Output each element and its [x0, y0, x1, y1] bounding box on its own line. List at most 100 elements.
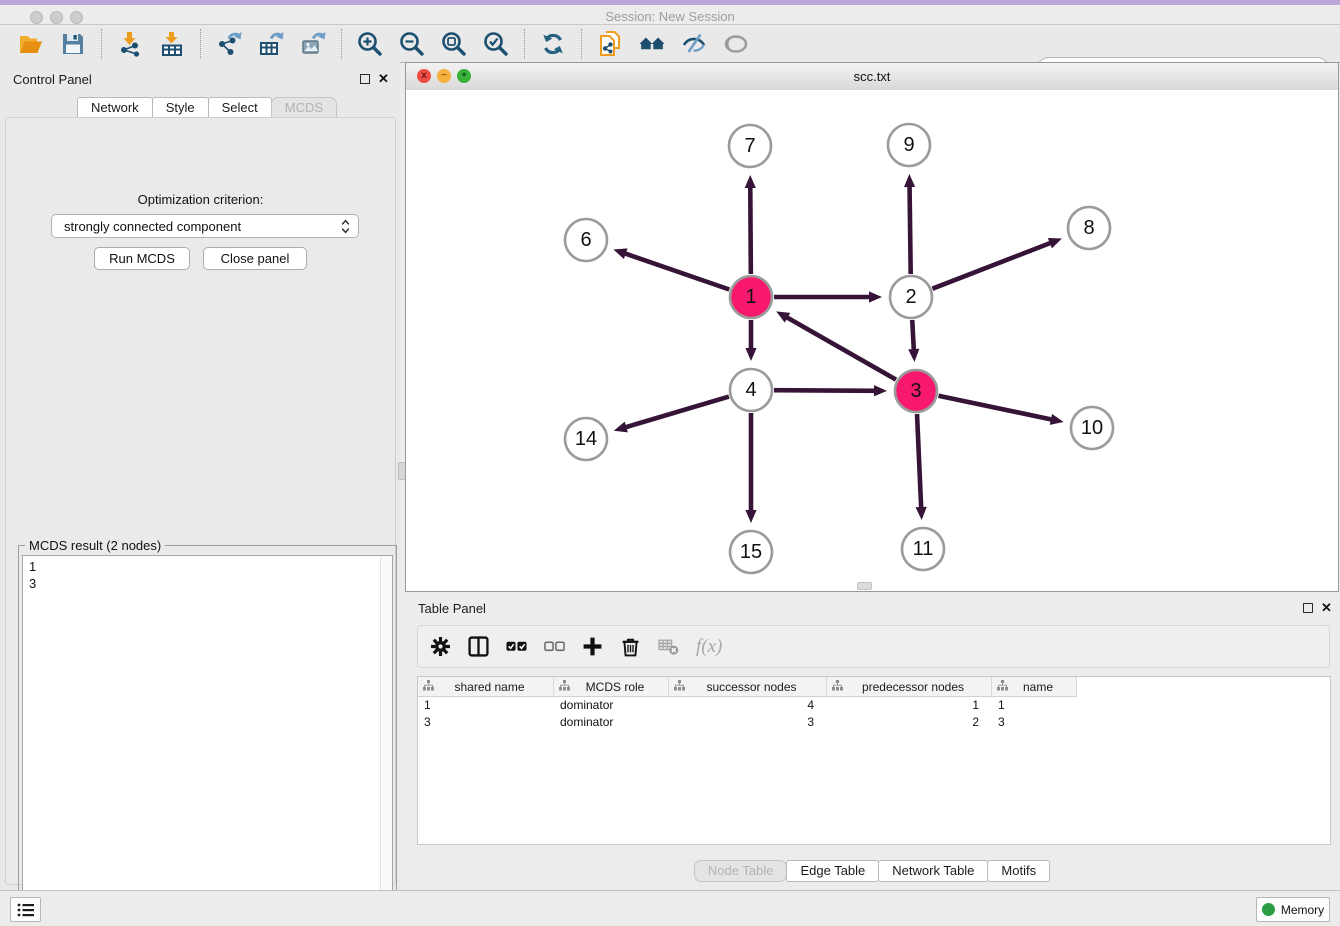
cell-predecessor-nodes[interactable]: 1	[827, 697, 992, 714]
optimization-criterion-label: Optimization criterion:	[6, 192, 395, 207]
edge-3-11[interactable]	[917, 414, 921, 510]
network-view-window: x − + scc.txt 1234678910111415	[405, 62, 1339, 592]
save-icon[interactable]	[60, 31, 86, 57]
run-mcds-button[interactable]: Run MCDS	[94, 247, 190, 270]
refresh-icon[interactable]	[540, 31, 566, 57]
node-label-1: 1	[745, 286, 756, 308]
zoom-selected-icon[interactable]	[483, 31, 509, 57]
zoom-fit-icon[interactable]	[441, 31, 467, 57]
toolbar-separator	[200, 29, 201, 59]
export-image-icon[interactable]	[300, 31, 326, 57]
cell-successor-nodes[interactable]: 3	[669, 714, 827, 731]
deselect-all-icon[interactable]	[544, 636, 565, 657]
node-label-8: 8	[1083, 217, 1094, 239]
cell-name[interactable]: 3	[992, 714, 1077, 731]
table-row[interactable]: 3dominator323	[418, 714, 1330, 731]
memory-status-dot	[1262, 903, 1275, 916]
mcds-result-textarea[interactable]: 1 3	[22, 555, 393, 926]
mcds-tab-content: Optimization criterion: strongly connect…	[5, 117, 396, 885]
cell-MCDS-role[interactable]: dominator	[554, 697, 669, 714]
node-label-4: 4	[745, 379, 756, 401]
tab-node-table[interactable]: Node Table	[694, 860, 788, 882]
edge-1-7[interactable]	[750, 185, 751, 274]
column-header-predecessor-nodes[interactable]: predecessor nodes	[827, 677, 992, 696]
import-network-icon[interactable]	[117, 31, 143, 57]
node-label-6: 6	[580, 229, 591, 251]
tab-motifs[interactable]: Motifs	[987, 860, 1050, 882]
zoom-in-icon[interactable]	[357, 31, 383, 57]
function-icon[interactable]: f(x)	[696, 636, 722, 658]
node-label-10: 10	[1081, 417, 1103, 439]
export-table-icon[interactable]	[258, 31, 284, 57]
edge-arrow-2-8	[1048, 238, 1062, 248]
network-window-titlebar[interactable]: x − + scc.txt	[406, 63, 1338, 91]
open-folder-icon[interactable]	[18, 31, 44, 57]
criterion-select[interactable]: strongly connected component	[51, 214, 359, 238]
tab-edge-table[interactable]: Edge Table	[786, 860, 879, 882]
edge-4-3[interactable]	[774, 390, 877, 391]
import-table-icon[interactable]	[159, 31, 185, 57]
float-panel-icon[interactable]	[360, 74, 370, 84]
export-network-icon[interactable]	[216, 31, 242, 57]
chevron-updown-icon	[341, 219, 350, 234]
table-panel: Table Panel ✕ f(x) shared nameMCDS roles…	[405, 592, 1340, 890]
edge-1-6[interactable]	[623, 253, 729, 290]
tree-icon	[418, 680, 434, 694]
table-row[interactable]: 1dominator411	[418, 697, 1330, 714]
birdseye-icon[interactable]	[723, 31, 749, 57]
delete-table-icon[interactable]	[658, 636, 679, 657]
float-table-panel-icon[interactable]	[1303, 603, 1313, 613]
tab-mcds[interactable]: MCDS	[271, 97, 337, 119]
toolbar-separator	[341, 29, 342, 59]
edge-arrow-3-11	[916, 507, 927, 520]
column-header-MCDS-role[interactable]: MCDS role	[554, 677, 669, 696]
node-label-7: 7	[744, 135, 755, 157]
edge-2-9[interactable]	[910, 184, 911, 274]
cell-shared-name[interactable]: 1	[418, 697, 554, 714]
show-details-icon[interactable]	[681, 31, 707, 57]
edge-arrow-2-3	[908, 349, 919, 362]
column-header-name[interactable]: name	[992, 677, 1077, 696]
cell-shared-name[interactable]: 3	[418, 714, 554, 731]
edge-4-14[interactable]	[623, 397, 729, 428]
gear-icon[interactable]	[430, 636, 451, 657]
canvas-hscroll-thumb[interactable]	[857, 582, 872, 590]
task-history-button[interactable]	[10, 897, 41, 922]
select-all-icon[interactable]	[506, 636, 527, 657]
mcds-result-legend: MCDS result (2 nodes)	[25, 538, 165, 553]
node-table[interactable]: shared nameMCDS rolesuccessor nodesprede…	[417, 676, 1331, 845]
column-header-shared-name[interactable]: shared name	[418, 677, 554, 696]
clone-network-icon[interactable]	[597, 31, 623, 57]
column-header-successor-nodes[interactable]: successor nodes	[669, 677, 827, 696]
tab-network[interactable]: Network	[77, 97, 153, 119]
add-icon[interactable]	[582, 636, 603, 657]
edge-arrow-2-9	[904, 174, 915, 187]
result-scrollbar[interactable]	[380, 556, 392, 926]
tree-icon	[554, 680, 570, 694]
cell-name[interactable]: 1	[992, 697, 1077, 714]
edge-3-1[interactable]	[785, 316, 896, 379]
cell-predecessor-nodes[interactable]: 2	[827, 714, 992, 731]
home-icon[interactable]	[639, 31, 665, 57]
session-title: Session: New Session	[0, 9, 1340, 24]
edge-2-8[interactable]	[932, 242, 1052, 289]
edge-2-3[interactable]	[912, 320, 914, 352]
memory-button[interactable]: Memory	[1256, 897, 1330, 922]
tab-network-table[interactable]: Network Table	[878, 860, 988, 882]
cell-successor-nodes[interactable]: 4	[669, 697, 827, 714]
tab-select[interactable]: Select	[208, 97, 272, 119]
zoom-out-icon[interactable]	[399, 31, 425, 57]
close-panel-button[interactable]: Close panel	[203, 247, 307, 270]
close-table-panel-icon[interactable]: ✕	[1321, 600, 1332, 616]
node-label-3: 3	[910, 380, 921, 402]
cell-MCDS-role[interactable]: dominator	[554, 714, 669, 731]
application-window: Session: New Session Control Panel ✕ Net…	[0, 0, 1340, 926]
delete-icon[interactable]	[620, 636, 641, 657]
network-canvas[interactable]: 1234678910111415	[406, 90, 1338, 591]
close-panel-icon[interactable]: ✕	[378, 71, 389, 87]
main-toolbar	[0, 25, 1340, 63]
tab-style[interactable]: Style	[152, 97, 209, 119]
control-panel-title: Control Panel	[13, 72, 92, 87]
edge-3-10[interactable]	[939, 396, 1054, 420]
columns-icon[interactable]	[468, 636, 489, 657]
